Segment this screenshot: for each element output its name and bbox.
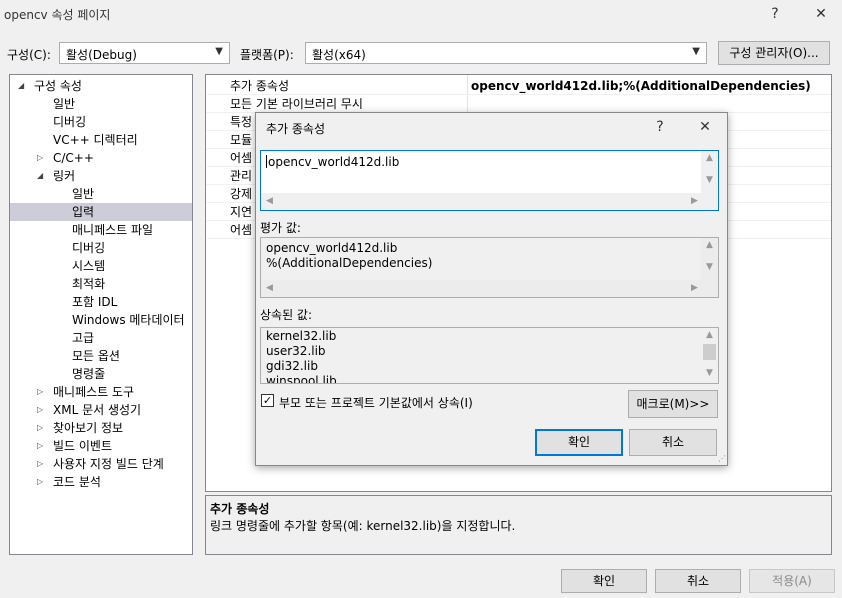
tree-item-xml-doc-generator[interactable]: ▷ XML 문서 생성기 — [10, 401, 192, 419]
title-bar: opencv 속성 페이지 ? ✕ — [0, 0, 842, 28]
scroll-left-icon[interactable]: ◀ — [261, 196, 278, 206]
platform-label: 플랫폼(P): — [240, 48, 294, 62]
expanded-icon[interactable]: ◢ — [18, 77, 24, 95]
edit-vertical-scrollbar[interactable]: ▲ ▼ — [701, 151, 718, 193]
dependencies-edit-box[interactable]: opencv_world412d.lib ▲ ▼ ◀ ▶ — [260, 150, 719, 211]
dialog-ok-button[interactable]: 확인 — [535, 429, 623, 456]
tree-item-c-cpp[interactable]: ▷ C/C++ — [10, 149, 192, 167]
config-value: 활성(Debug) — [66, 48, 137, 62]
apply-button[interactable]: 적용(A) — [749, 569, 835, 593]
inherit-checkbox[interactable]: ✓ — [261, 394, 274, 407]
platform-dropdown[interactable]: 활성(x64) ▼ — [305, 42, 707, 64]
tree-item-optimization[interactable]: 최적화 — [10, 275, 192, 293]
inherited-line: kernel32.lib — [266, 329, 337, 343]
scroll-up-icon[interactable]: ▲ — [701, 330, 718, 340]
collapsed-icon[interactable]: ▷ — [37, 473, 43, 491]
collapsed-icon[interactable]: ▷ — [37, 383, 43, 401]
tree-item-manifest-file[interactable]: 매니페스트 파일 — [10, 221, 192, 239]
resize-grip-icon[interactable]: ⋰ — [716, 454, 726, 464]
checkmark-icon: ✓ — [262, 394, 273, 407]
macro-button[interactable]: 매크로(M)>> — [628, 390, 718, 418]
inherited-line: winspool.lib — [266, 374, 337, 384]
dialog-close-icon[interactable]: ✕ — [694, 117, 716, 137]
tree-item-build-events[interactable]: ▷ 빌드 이벤트 — [10, 437, 192, 455]
tree-item-command-line[interactable]: 명령줄 — [10, 365, 192, 383]
tree-item-embedded-idl[interactable]: 포함 IDL — [10, 293, 192, 311]
description-panel: 추가 종속성 링크 명령줄에 추가할 항목(예: kernel32.lib)을 … — [205, 495, 832, 555]
property-row[interactable]: 모든 기본 라이브러리 무시 — [206, 95, 831, 113]
config-label: 구성(C): — [7, 48, 51, 62]
ok-button[interactable]: 확인 — [561, 569, 647, 593]
scroll-down-icon[interactable]: ▼ — [701, 262, 718, 272]
collapsed-icon[interactable]: ▷ — [37, 401, 43, 419]
tree-item-browse-information[interactable]: ▷ 찾아보기 정보 — [10, 419, 192, 437]
tree-item-custom-build-step[interactable]: ▷ 사용자 지정 빌드 단계 — [10, 455, 192, 473]
scroll-down-icon[interactable]: ▼ — [701, 175, 718, 185]
edit-horizontal-scrollbar[interactable]: ◀ ▶ — [261, 193, 718, 210]
scroll-up-icon[interactable]: ▲ — [701, 153, 718, 163]
evaluated-label: 평가 값: — [260, 221, 301, 235]
evaluated-line-1: opencv_world412d.lib — [266, 241, 398, 255]
dialog-cancel-button[interactable]: 취소 — [629, 429, 717, 456]
inherited-vertical-scrollbar[interactable]: ▲ ▼ — [701, 328, 718, 383]
inherited-label: 상속된 값: — [260, 308, 313, 322]
inherited-line: user32.lib — [266, 344, 326, 358]
property-row-additional-dependencies[interactable]: 추가 종속성 opencv_world412d.lib;%(Additional… — [206, 77, 831, 95]
evaluated-line-2: %(AdditionalDependencies) — [266, 256, 433, 270]
collapsed-icon[interactable]: ▷ — [37, 419, 43, 437]
config-manager-button[interactable]: 구성 관리자(O)... — [718, 41, 830, 65]
tree-item-system[interactable]: 시스템 — [10, 257, 192, 275]
scroll-thumb[interactable] — [703, 344, 716, 360]
window-title: opencv 속성 페이지 — [4, 8, 111, 22]
evaluated-value-box: opencv_world412d.lib %(AdditionalDepende… — [260, 237, 719, 298]
cancel-button[interactable]: 취소 — [655, 569, 741, 593]
tree-item-vc-directories[interactable]: VC++ 디렉터리 — [10, 131, 192, 149]
tree-item-windows-metadata[interactable]: Windows 메타데이터 — [10, 311, 192, 329]
dialog-help-icon[interactable]: ? — [649, 117, 671, 137]
tree-item-manifest-tool[interactable]: ▷ 매니페스트 도구 — [10, 383, 192, 401]
tree-item-code-analysis[interactable]: ▷ 코드 분석 — [10, 473, 192, 491]
additional-dependencies-dialog: 추가 종속성 ? ✕ opencv_world412d.lib ▲ ▼ ◀ ▶ … — [255, 112, 728, 466]
evaluated-vertical-scrollbar[interactable]: ▲ ▼ — [701, 238, 718, 280]
tree-item-general[interactable]: 일반 — [10, 95, 192, 113]
scroll-right-icon[interactable]: ▶ — [686, 283, 703, 293]
property-tree: ◢ 구성 속성 일반 디버깅 VC++ 디렉터리 ▷ C/C++ ◢ 링커 일반… — [9, 74, 193, 555]
tree-item-debugging[interactable]: 디버깅 — [10, 113, 192, 131]
tree-item-all-options[interactable]: 모든 옵션 — [10, 347, 192, 365]
inherited-line: gdi32.lib — [266, 359, 318, 373]
tree-item-advanced[interactable]: 고급 — [10, 329, 192, 347]
description-title: 추가 종속성 — [210, 502, 270, 516]
platform-value: 활성(x64) — [312, 48, 366, 62]
dialog-title: 추가 종속성 — [266, 122, 326, 136]
inherited-value-box: kernel32.lib user32.lib gdi32.lib winspo… — [260, 327, 719, 384]
close-icon[interactable]: ✕ — [810, 4, 832, 24]
help-icon[interactable]: ? — [764, 4, 786, 24]
chevron-down-icon: ▼ — [215, 46, 223, 57]
scroll-right-icon[interactable]: ▶ — [686, 196, 703, 206]
dependencies-edit-text: opencv_world412d.lib — [268, 155, 400, 169]
evaluated-horizontal-scrollbar[interactable]: ◀ ▶ — [261, 280, 718, 297]
tree-item-linker-general[interactable]: 일반 — [10, 185, 192, 203]
collapsed-icon[interactable]: ▷ — [37, 149, 43, 167]
scroll-left-icon[interactable]: ◀ — [261, 283, 278, 293]
scroll-down-icon[interactable]: ▼ — [701, 368, 718, 378]
tree-item-linker-debugging[interactable]: 디버깅 — [10, 239, 192, 257]
text-caret — [266, 155, 267, 168]
config-dropdown[interactable]: 활성(Debug) ▼ — [59, 42, 230, 64]
inherit-checkbox-label[interactable]: 부모 또는 프로젝트 기본값에서 상속(I) — [279, 394, 473, 411]
collapsed-icon[interactable]: ▷ — [37, 437, 43, 455]
tree-item-linker-input[interactable]: 입력 — [10, 203, 192, 221]
scroll-up-icon[interactable]: ▲ — [701, 240, 718, 250]
expanded-icon[interactable]: ◢ — [37, 167, 43, 185]
tree-item-config-properties[interactable]: ◢ 구성 속성 — [10, 77, 192, 95]
description-text: 링크 명령줄에 추가할 항목(예: kernel32.lib)을 지정합니다. — [210, 519, 516, 533]
chevron-down-icon: ▼ — [692, 46, 700, 57]
tree-item-linker[interactable]: ◢ 링커 — [10, 167, 192, 185]
collapsed-icon[interactable]: ▷ — [37, 455, 43, 473]
